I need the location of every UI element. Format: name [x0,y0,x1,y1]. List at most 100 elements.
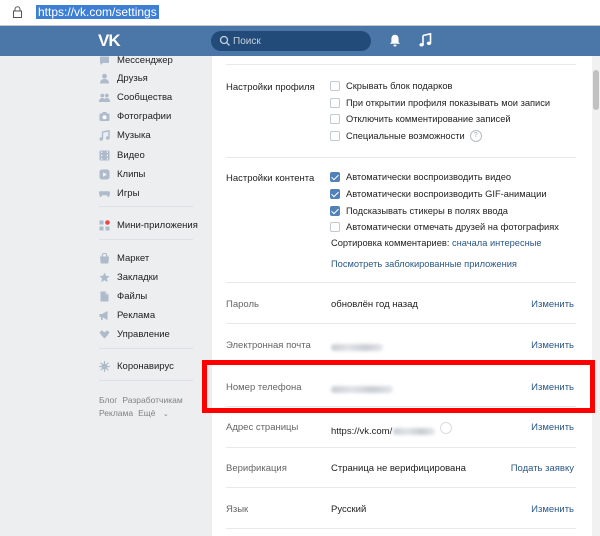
blocked-apps-link[interactable]: Посмотреть заблокированные приложения [331,259,517,269]
checkbox-show-my-posts[interactable]: При открытии профиля показывать мои запи… [330,96,550,110]
row-divider [226,406,576,407]
comment-sort-setting: Сортировка комментариев: сначала интерес… [331,238,542,248]
sidebar-item-video[interactable]: Видео [99,146,209,164]
comment-sort-dropdown[interactable]: сначала интересные [452,238,542,248]
chevron-down-icon: ⌄ [162,411,169,418]
footer-link-more[interactable]: Ещё ⌄ [138,408,174,418]
checkbox-hide-gifts[interactable]: Скрывать блок подарков [330,79,452,93]
vk-logo[interactable]: VK [98,32,121,49]
checkbox-box[interactable] [330,222,340,232]
help-icon[interactable]: ? [469,130,482,142]
sidebar-item-friends[interactable]: Друзья [99,69,209,87]
sidebar-item-games[interactable]: Игры [99,184,209,202]
password-value: обновлён год назад [331,299,418,310]
sidebar-item-label: Сообщества [117,91,173,103]
email-change-link[interactable]: Изменить [531,340,574,351]
checkbox-autoplay-gif[interactable]: Автоматически воспроизводить GIF-анимаци… [330,187,547,201]
checkbox-label: Отключить комментирование записей [346,114,511,124]
mini-apps-icon [99,219,110,230]
comment-sort-label: Сортировка комментариев: [331,238,450,248]
sidebar-item-label: Мини-приложения [117,219,198,231]
sidebar-divider [99,239,193,240]
sidebar-item-market[interactable]: Маркет [99,249,209,267]
footer-link-blog[interactable]: Блог [99,395,117,405]
search-box[interactable] [211,31,371,51]
lock-icon [13,6,22,18]
language-change-link[interactable]: Изменить [531,504,574,515]
notifications-bell-icon[interactable] [389,34,401,47]
coronavirus-icon [99,360,110,372]
scrollbar-thumb[interactable] [593,70,599,110]
communities-icon [99,93,110,102]
help-icon[interactable] [440,422,453,434]
sidebar-divider [99,206,193,207]
footer-link-more-label: Ещё [138,408,156,418]
checkbox-tag-friends[interactable]: Автоматически отмечать друзей на фотогра… [330,220,559,234]
address-change-link[interactable]: Изменить [531,422,574,433]
page-scrollbar[interactable] [592,56,600,536]
sidebar-item-ads[interactable]: Реклама [99,306,209,324]
footer-link-developers[interactable]: Разработчикам [122,395,182,405]
language-label: Язык [226,504,249,515]
sidebar-item-coronavirus[interactable]: Коронавирус [99,357,209,375]
checkbox-box-checked[interactable] [330,189,340,199]
checkbox-suggest-stickers[interactable]: Подсказывать стикеры в полях ввода [330,204,508,218]
sidebar-item-label: Коронавирус [117,360,174,372]
sidebar-item-communities[interactable]: Сообщества [99,88,209,106]
verification-label: Верификация [226,463,287,474]
row-divider [226,487,576,488]
sidebar-item-music[interactable]: Музыка [99,126,209,144]
sidebar-item-label: Друзья [117,72,148,84]
checkbox-box-checked[interactable] [330,206,340,216]
checkbox-box[interactable] [330,98,340,108]
checkbox-autoplay-video[interactable]: Автоматически воспроизводить видео [330,170,511,184]
url-field[interactable]: https://vk.com/settings [36,5,159,19]
blurred-text [331,343,383,351]
sidebar-item-photos[interactable]: Фотографии [99,107,209,125]
sidebar-item-bookmarks[interactable]: Закладки [99,268,209,286]
sidebar-divider [99,348,193,349]
section-divider [226,64,576,65]
left-sidebar: Мессенджер Друзья Сообщества Фотографии … [0,55,200,536]
sidebar-item-messenger[interactable]: Мессенджер [99,51,209,69]
search-input[interactable] [233,34,363,48]
sidebar-item-label: Музыка [117,129,151,141]
manage-icon [99,329,110,338]
checkbox-box-checked[interactable] [330,172,340,182]
browser-address-bar: https://vk.com/settings [0,0,600,26]
message-icon [100,56,109,65]
clips-icon [99,169,110,179]
sidebar-item-label: Мессенджер [117,54,173,66]
top-header: VK [0,26,600,56]
sidebar-item-mini-apps[interactable]: Мини-приложения [99,216,209,234]
row-divider [226,447,576,448]
footer-link-ads[interactable]: Реклама [99,408,133,418]
sidebar-footer-links: Реклама Ещё ⌄ [99,408,179,418]
photo-icon [99,111,110,121]
checkbox-label: Автоматически воспроизводить видео [346,172,512,182]
ads-icon [99,310,108,320]
checkbox-disable-comments[interactable]: Отключить комментирование записей [330,112,511,126]
sidebar-item-label: Управление [117,328,170,340]
music-player-icon[interactable] [419,33,432,47]
checkbox-box[interactable] [330,114,340,124]
verification-apply-link[interactable]: Подать заявку [511,463,574,474]
music-icon [99,129,110,141]
checkbox-box[interactable] [330,131,340,141]
sidebar-item-label: Реклама [117,309,156,321]
checkbox-label: Специальные возможности [346,131,465,141]
checkbox-accessibility[interactable]: Специальные возможности? [330,129,482,143]
email-value-blurred [331,342,383,353]
sidebar-divider [99,380,193,381]
sidebar-item-label: Закладки [117,271,159,283]
sidebar-item-manage[interactable]: Управление [99,325,209,343]
sidebar-item-files[interactable]: Файлы [99,287,209,305]
password-change-link[interactable]: Изменить [531,299,574,310]
verification-value: Страница не верифицирована [331,463,466,474]
section-divider [226,282,576,283]
sidebar-item-label: Маркет [117,252,150,264]
sidebar-item-clips[interactable]: Клипы [99,165,209,183]
checkbox-label: Автоматически воспроизводить GIF-анимаци… [346,189,547,199]
address-label: Адрес страницы [226,422,299,433]
checkbox-box[interactable] [330,81,340,91]
